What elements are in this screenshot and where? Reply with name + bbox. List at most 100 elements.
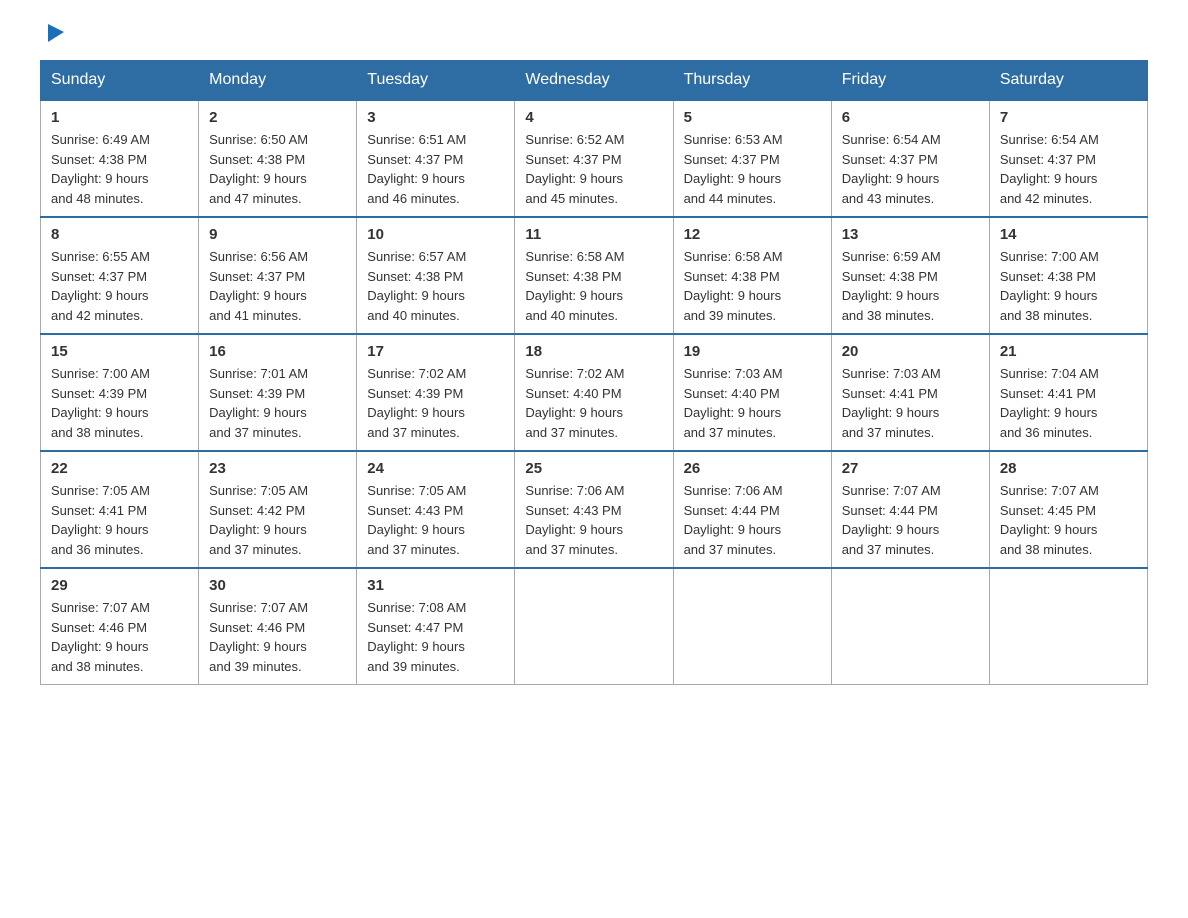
day-info: Sunrise: 7:03 AM Sunset: 4:40 PM Dayligh… bbox=[684, 364, 821, 442]
header-cell-tuesday: Tuesday bbox=[357, 61, 515, 101]
calendar-cell: 8 Sunrise: 6:55 AM Sunset: 4:37 PM Dayli… bbox=[41, 217, 199, 334]
day-info: Sunrise: 6:59 AM Sunset: 4:38 PM Dayligh… bbox=[842, 247, 979, 325]
day-number: 14 bbox=[1000, 226, 1137, 243]
calendar-cell: 14 Sunrise: 7:00 AM Sunset: 4:38 PM Dayl… bbox=[989, 217, 1147, 334]
day-info: Sunrise: 6:57 AM Sunset: 4:38 PM Dayligh… bbox=[367, 247, 504, 325]
calendar-week-row: 15 Sunrise: 7:00 AM Sunset: 4:39 PM Dayl… bbox=[41, 334, 1148, 451]
day-info: Sunrise: 6:49 AM Sunset: 4:38 PM Dayligh… bbox=[51, 130, 188, 208]
calendar-cell: 19 Sunrise: 7:03 AM Sunset: 4:40 PM Dayl… bbox=[673, 334, 831, 451]
header-cell-thursday: Thursday bbox=[673, 61, 831, 101]
header-cell-wednesday: Wednesday bbox=[515, 61, 673, 101]
calendar-cell: 29 Sunrise: 7:07 AM Sunset: 4:46 PM Dayl… bbox=[41, 568, 199, 685]
calendar-cell bbox=[515, 568, 673, 685]
day-number: 8 bbox=[51, 226, 188, 243]
calendar-cell: 1 Sunrise: 6:49 AM Sunset: 4:38 PM Dayli… bbox=[41, 100, 199, 217]
calendar-cell bbox=[673, 568, 831, 685]
day-info: Sunrise: 7:04 AM Sunset: 4:41 PM Dayligh… bbox=[1000, 364, 1137, 442]
calendar-cell: 11 Sunrise: 6:58 AM Sunset: 4:38 PM Dayl… bbox=[515, 217, 673, 334]
calendar-week-row: 22 Sunrise: 7:05 AM Sunset: 4:41 PM Dayl… bbox=[41, 451, 1148, 568]
day-info: Sunrise: 6:53 AM Sunset: 4:37 PM Dayligh… bbox=[684, 130, 821, 208]
day-info: Sunrise: 6:58 AM Sunset: 4:38 PM Dayligh… bbox=[684, 247, 821, 325]
calendar-cell: 4 Sunrise: 6:52 AM Sunset: 4:37 PM Dayli… bbox=[515, 100, 673, 217]
day-number: 15 bbox=[51, 343, 188, 360]
day-info: Sunrise: 7:03 AM Sunset: 4:41 PM Dayligh… bbox=[842, 364, 979, 442]
day-number: 11 bbox=[525, 226, 662, 243]
day-info: Sunrise: 6:55 AM Sunset: 4:37 PM Dayligh… bbox=[51, 247, 188, 325]
calendar-cell: 22 Sunrise: 7:05 AM Sunset: 4:41 PM Dayl… bbox=[41, 451, 199, 568]
calendar-cell: 26 Sunrise: 7:06 AM Sunset: 4:44 PM Dayl… bbox=[673, 451, 831, 568]
calendar-cell: 3 Sunrise: 6:51 AM Sunset: 4:37 PM Dayli… bbox=[357, 100, 515, 217]
calendar-cell: 13 Sunrise: 6:59 AM Sunset: 4:38 PM Dayl… bbox=[831, 217, 989, 334]
header-cell-monday: Monday bbox=[199, 61, 357, 101]
day-info: Sunrise: 7:05 AM Sunset: 4:43 PM Dayligh… bbox=[367, 481, 504, 559]
calendar-cell: 23 Sunrise: 7:05 AM Sunset: 4:42 PM Dayl… bbox=[199, 451, 357, 568]
calendar-cell: 17 Sunrise: 7:02 AM Sunset: 4:39 PM Dayl… bbox=[357, 334, 515, 451]
logo bbox=[40, 30, 66, 40]
day-info: Sunrise: 7:07 AM Sunset: 4:46 PM Dayligh… bbox=[209, 598, 346, 676]
day-info: Sunrise: 6:58 AM Sunset: 4:38 PM Dayligh… bbox=[525, 247, 662, 325]
calendar-cell: 31 Sunrise: 7:08 AM Sunset: 4:47 PM Dayl… bbox=[357, 568, 515, 685]
day-info: Sunrise: 7:07 AM Sunset: 4:46 PM Dayligh… bbox=[51, 598, 188, 676]
calendar-cell bbox=[831, 568, 989, 685]
calendar-body: 1 Sunrise: 6:49 AM Sunset: 4:38 PM Dayli… bbox=[41, 100, 1148, 685]
day-number: 24 bbox=[367, 460, 504, 477]
day-info: Sunrise: 6:56 AM Sunset: 4:37 PM Dayligh… bbox=[209, 247, 346, 325]
day-number: 5 bbox=[684, 109, 821, 126]
day-info: Sunrise: 7:02 AM Sunset: 4:40 PM Dayligh… bbox=[525, 364, 662, 442]
day-number: 22 bbox=[51, 460, 188, 477]
day-info: Sunrise: 7:07 AM Sunset: 4:44 PM Dayligh… bbox=[842, 481, 979, 559]
day-info: Sunrise: 6:52 AM Sunset: 4:37 PM Dayligh… bbox=[525, 130, 662, 208]
day-info: Sunrise: 7:05 AM Sunset: 4:41 PM Dayligh… bbox=[51, 481, 188, 559]
day-number: 28 bbox=[1000, 460, 1137, 477]
header-cell-friday: Friday bbox=[831, 61, 989, 101]
calendar-cell bbox=[989, 568, 1147, 685]
calendar-cell: 21 Sunrise: 7:04 AM Sunset: 4:41 PM Dayl… bbox=[989, 334, 1147, 451]
day-number: 2 bbox=[209, 109, 346, 126]
day-number: 23 bbox=[209, 460, 346, 477]
day-info: Sunrise: 6:50 AM Sunset: 4:38 PM Dayligh… bbox=[209, 130, 346, 208]
calendar-cell: 27 Sunrise: 7:07 AM Sunset: 4:44 PM Dayl… bbox=[831, 451, 989, 568]
calendar-cell: 15 Sunrise: 7:00 AM Sunset: 4:39 PM Dayl… bbox=[41, 334, 199, 451]
calendar-cell: 24 Sunrise: 7:05 AM Sunset: 4:43 PM Dayl… bbox=[357, 451, 515, 568]
day-info: Sunrise: 6:54 AM Sunset: 4:37 PM Dayligh… bbox=[842, 130, 979, 208]
day-info: Sunrise: 7:06 AM Sunset: 4:44 PM Dayligh… bbox=[684, 481, 821, 559]
day-info: Sunrise: 7:06 AM Sunset: 4:43 PM Dayligh… bbox=[525, 481, 662, 559]
day-number: 26 bbox=[684, 460, 821, 477]
calendar-cell: 18 Sunrise: 7:02 AM Sunset: 4:40 PM Dayl… bbox=[515, 334, 673, 451]
calendar-cell: 30 Sunrise: 7:07 AM Sunset: 4:46 PM Dayl… bbox=[199, 568, 357, 685]
calendar-cell: 28 Sunrise: 7:07 AM Sunset: 4:45 PM Dayl… bbox=[989, 451, 1147, 568]
day-info: Sunrise: 6:54 AM Sunset: 4:37 PM Dayligh… bbox=[1000, 130, 1137, 208]
day-info: Sunrise: 7:05 AM Sunset: 4:42 PM Dayligh… bbox=[209, 481, 346, 559]
calendar-cell: 10 Sunrise: 6:57 AM Sunset: 4:38 PM Dayl… bbox=[357, 217, 515, 334]
day-number: 20 bbox=[842, 343, 979, 360]
day-number: 21 bbox=[1000, 343, 1137, 360]
calendar-week-row: 8 Sunrise: 6:55 AM Sunset: 4:37 PM Dayli… bbox=[41, 217, 1148, 334]
page-header bbox=[40, 30, 1148, 40]
day-number: 17 bbox=[367, 343, 504, 360]
calendar-cell: 20 Sunrise: 7:03 AM Sunset: 4:41 PM Dayl… bbox=[831, 334, 989, 451]
day-number: 31 bbox=[367, 577, 504, 594]
day-info: Sunrise: 7:00 AM Sunset: 4:39 PM Dayligh… bbox=[51, 364, 188, 442]
day-info: Sunrise: 7:07 AM Sunset: 4:45 PM Dayligh… bbox=[1000, 481, 1137, 559]
day-number: 13 bbox=[842, 226, 979, 243]
day-number: 29 bbox=[51, 577, 188, 594]
day-info: Sunrise: 6:51 AM Sunset: 4:37 PM Dayligh… bbox=[367, 130, 504, 208]
header-row: SundayMondayTuesdayWednesdayThursdayFrid… bbox=[41, 61, 1148, 101]
header-cell-sunday: Sunday bbox=[41, 61, 199, 101]
calendar-cell: 5 Sunrise: 6:53 AM Sunset: 4:37 PM Dayli… bbox=[673, 100, 831, 217]
calendar-cell: 7 Sunrise: 6:54 AM Sunset: 4:37 PM Dayli… bbox=[989, 100, 1147, 217]
day-number: 4 bbox=[525, 109, 662, 126]
day-info: Sunrise: 7:08 AM Sunset: 4:47 PM Dayligh… bbox=[367, 598, 504, 676]
day-number: 1 bbox=[51, 109, 188, 126]
day-info: Sunrise: 7:00 AM Sunset: 4:38 PM Dayligh… bbox=[1000, 247, 1137, 325]
day-number: 18 bbox=[525, 343, 662, 360]
calendar-cell: 12 Sunrise: 6:58 AM Sunset: 4:38 PM Dayl… bbox=[673, 217, 831, 334]
calendar-cell: 25 Sunrise: 7:06 AM Sunset: 4:43 PM Dayl… bbox=[515, 451, 673, 568]
calendar-cell: 9 Sunrise: 6:56 AM Sunset: 4:37 PM Dayli… bbox=[199, 217, 357, 334]
day-number: 19 bbox=[684, 343, 821, 360]
day-number: 10 bbox=[367, 226, 504, 243]
day-number: 6 bbox=[842, 109, 979, 126]
day-number: 3 bbox=[367, 109, 504, 126]
day-number: 16 bbox=[209, 343, 346, 360]
day-number: 9 bbox=[209, 226, 346, 243]
